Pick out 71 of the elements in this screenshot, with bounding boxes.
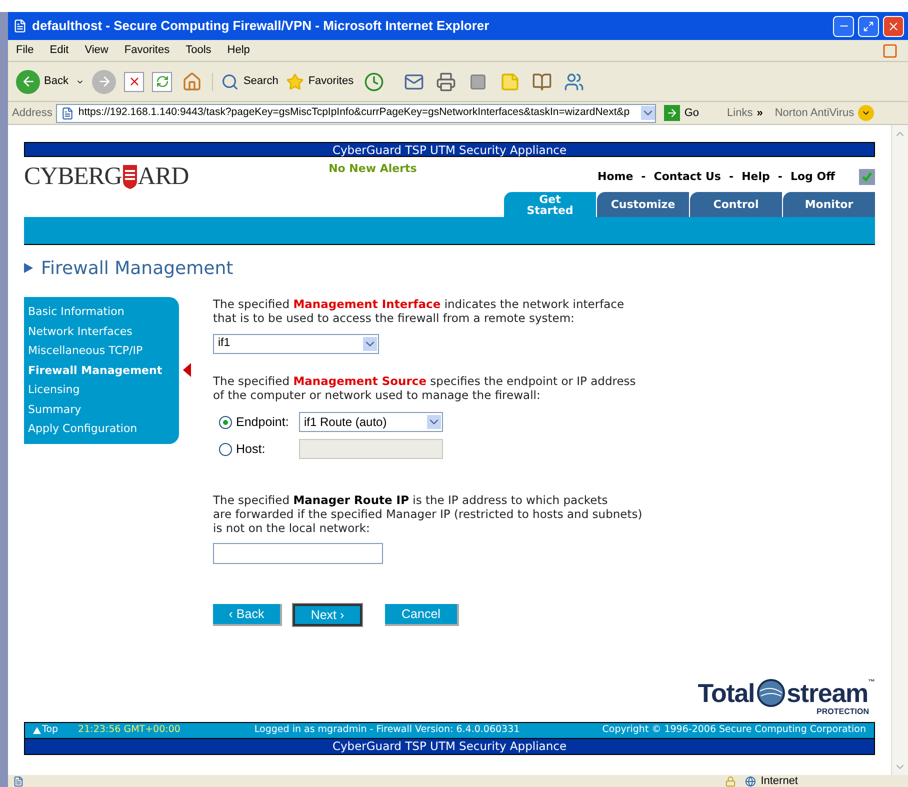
instruction-text: The specified Manager Route IP is the IP address to which packets are forwarded if the specified Manager IP (restricted to hosts and subnets) is not on the local network: <box>213 493 642 535</box>
page-heading: Firewall Management <box>41 256 234 280</box>
company-logo: CYBERG ARD <box>24 162 189 192</box>
brand-tagline: PROTECTION <box>816 707 869 716</box>
nav-link[interactable]: Log Off <box>790 169 835 186</box>
page-icon <box>61 106 74 120</box>
scrollbar[interactable] <box>891 125 908 775</box>
nav-tab[interactable]: Monitor <box>783 192 875 217</box>
refresh-icon[interactable] <box>152 72 172 92</box>
stop-icon[interactable] <box>124 72 144 92</box>
dropdown-icon <box>641 106 656 120</box>
menu-item[interactable]: Favorites <box>124 42 170 59</box>
menu-item[interactable]: Tools <box>186 42 212 59</box>
menu-item[interactable]: File <box>16 42 34 59</box>
copyright-text: Copyright © 1996-2006 Secure Computing Corporation <box>602 723 866 738</box>
address-label: Address <box>12 106 52 121</box>
clock-text: 21:23:56 GMT+00:00 <box>78 723 180 738</box>
checkmark-icon <box>859 169 875 186</box>
zone-label: Internet <box>760 775 798 787</box>
nav-tab[interactable]: Control <box>690 192 782 217</box>
dropdown-icon <box>427 415 441 429</box>
globe-swirl-icon <box>756 679 785 707</box>
globe-icon <box>744 775 757 787</box>
brand-text: Total <box>698 679 755 707</box>
route-ip-field[interactable] <box>213 543 383 564</box>
nav-link[interactable]: Help <box>742 169 770 186</box>
search-button[interactable]: Search <box>212 72 278 90</box>
nav-link[interactable]: Contact Us <box>654 169 721 186</box>
browser-icon <box>12 18 28 34</box>
lock-icon <box>724 775 737 787</box>
norton-label[interactable]: Norton AntiVirus <box>774 104 854 122</box>
bottom-banner: CyberGuard TSP UTM Security Appliance <box>24 739 875 755</box>
link-separator: - <box>728 169 734 185</box>
endpoint-select[interactable]: if1 Route (auto) <box>299 412 443 432</box>
close-button[interactable] <box>883 16 904 36</box>
nav-link[interactable]: Home <box>597 169 634 186</box>
interface-select[interactable]: if1 <box>213 334 379 354</box>
alerts-status: No New Alerts <box>328 161 417 177</box>
link-separator: - <box>778 169 782 185</box>
maximize-button[interactable] <box>858 16 879 36</box>
star-icon <box>286 72 304 90</box>
back-button[interactable]: Back <box>16 70 68 94</box>
links-chevron[interactable]: » <box>756 104 763 122</box>
menu-item[interactable]: Help <box>227 42 250 59</box>
links-label[interactable]: Links <box>727 104 753 122</box>
top-banner: CyberGuard TSP UTM Security Appliance <box>24 142 875 157</box>
nav-tab[interactable]: Customize <box>597 192 689 217</box>
current-step-marker <box>183 363 191 378</box>
menu-item[interactable]: Edit <box>50 42 69 59</box>
minimize-button[interactable] <box>833 16 854 36</box>
link-separator: - <box>641 169 646 185</box>
search-icon <box>221 72 240 90</box>
triangle-icon <box>24 263 33 273</box>
forward-icon[interactable] <box>92 70 116 94</box>
instruction-text: The specified Management Source specifies the endpoint or IP address of the computer or network used to manage the firewall: <box>213 374 637 402</box>
norton-icon[interactable] <box>858 105 874 121</box>
window-title: defaulthost - Secure Computing Firewall/VPN - Microsoft Internet Explorer <box>32 17 490 36</box>
menu-item[interactable]: View <box>84 42 108 59</box>
address-field[interactable]: https://192.168.1.140:9443/task?pageKey=gsMiscTcpIpInfo&currPageKey=gsNetworkInterfaces&taskIn=wizardNext&p <box>56 104 656 122</box>
instruction-text: The specified Management Interface indicates the network interface that is to be used to access the firewall from a remote system: <box>213 297 626 325</box>
login-info: Logged in as mgradmin - Firewall Version: 6.4.0.060331 <box>254 723 520 738</box>
close-icon <box>887 20 900 32</box>
page-icon <box>12 775 24 787</box>
shield-icon <box>122 164 138 190</box>
radio-option[interactable]: Endpoint: <box>219 412 299 432</box>
maximize-icon <box>863 20 874 32</box>
favorites-button[interactable]: Favorites <box>286 72 354 90</box>
dropdown-icon <box>363 337 377 351</box>
go-button[interactable]: Go <box>660 104 704 122</box>
brand-text: stream <box>786 679 868 707</box>
up-triangle-icon <box>33 727 41 734</box>
